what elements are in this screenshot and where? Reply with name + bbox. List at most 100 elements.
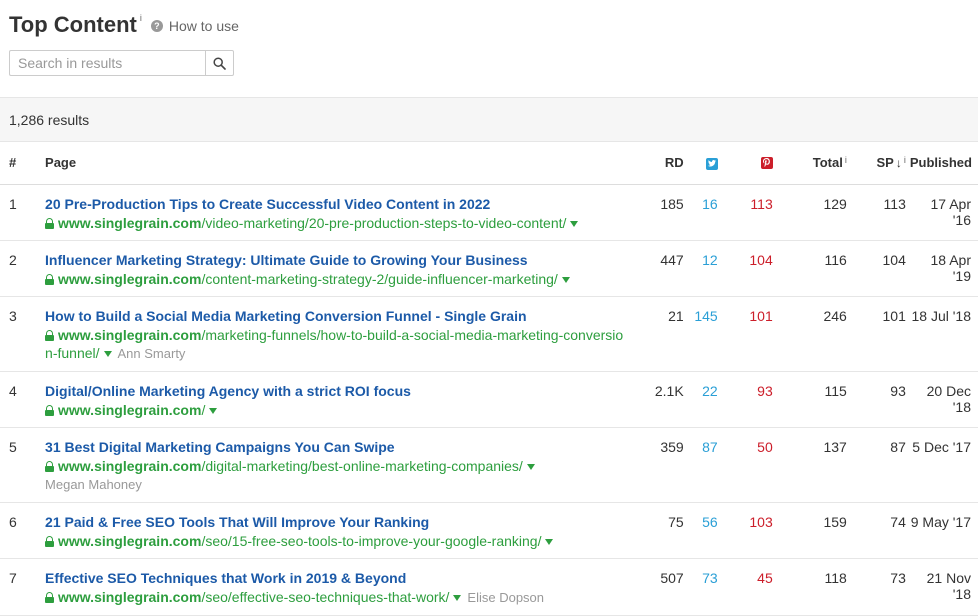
page-title-link[interactable]: Effective SEO Techniques that Work in 20… [45, 570, 629, 587]
twitter-icon [705, 157, 718, 170]
sp-info-icon[interactable]: i [904, 155, 906, 165]
column-header-total[interactable]: Total i [784, 142, 849, 185]
url-domain[interactable]: www.singlegrain.com [58, 215, 201, 231]
search-box [9, 50, 969, 76]
page-url: www.singlegrain.com/ [45, 401, 629, 419]
rd-value[interactable]: 507 [628, 558, 684, 616]
total-value: 159 [784, 502, 849, 559]
url-domain[interactable]: www.singlegrain.com [58, 589, 201, 605]
how-to-use-link[interactable]: ? How to use [150, 18, 239, 34]
url-path[interactable]: /seo/15-free-seo-tools-to-improve-your-g… [201, 533, 541, 549]
results-count: 1,286 results [9, 111, 90, 128]
row-number: 1 [0, 184, 37, 241]
url-path[interactable]: /video-marketing/20-pre-production-steps… [201, 215, 566, 231]
url-domain[interactable]: www.singlegrain.com [58, 402, 201, 418]
page-title-link[interactable]: 31 Best Digital Marketing Campaigns You … [45, 439, 629, 456]
page-cell: How to Build a Social Media Marketing Co… [36, 296, 629, 372]
column-header-rd[interactable]: RD [628, 142, 684, 185]
url-path[interactable]: /seo/effective-seo-techniques-that-work/ [201, 589, 449, 605]
url-domain[interactable]: www.singlegrain.com [58, 327, 201, 343]
lock-icon [45, 217, 55, 229]
total-value: 137 [784, 427, 849, 503]
column-header-twitter[interactable] [683, 142, 742, 185]
top-content-table: # Page RD Total i SP ↓ i Published 1 20 Pre-… [0, 142, 978, 616]
rd-value[interactable]: 359 [628, 427, 684, 503]
pinterest-value: 104 [741, 240, 785, 297]
page-cell: 21 Paid & Free SEO Tools That Will Impro… [36, 502, 629, 559]
url-path[interactable]: / [201, 402, 205, 418]
url-dropdown-caret-icon[interactable] [545, 538, 554, 545]
sp-value: 74 [848, 502, 910, 559]
page-title-link[interactable]: 20 Pre-Production Tips to Create Success… [45, 196, 629, 213]
sp-value: 73 [848, 558, 910, 616]
published-date: 5 Dec '17 [909, 427, 978, 503]
rd-value[interactable]: 21 [628, 296, 684, 372]
sort-down-arrow-icon: ↓ [895, 156, 902, 171]
page-title: Top Content [9, 12, 137, 37]
column-header-page: Page [36, 142, 629, 185]
total-value: 116 [784, 240, 849, 297]
published-date: 18 Jul '18 [909, 296, 978, 372]
url-dropdown-caret-icon[interactable] [561, 276, 570, 283]
page-title-link[interactable]: Digital/Online Marketing Agency with a s… [45, 383, 629, 400]
column-header-sp[interactable]: SP ↓ i [848, 142, 910, 185]
page-title-link[interactable]: Influencer Marketing Strategy: Ultimate … [45, 252, 629, 269]
sp-value: 104 [848, 240, 910, 297]
url-path[interactable]: /digital-marketing/best-online-marketing… [201, 458, 522, 474]
page-cell: Influencer Marketing Strategy: Ultimate … [36, 240, 629, 297]
author-name: Ann Smarty [117, 345, 186, 361]
url-dropdown-caret-icon[interactable] [526, 463, 535, 470]
pinterest-value: 93 [741, 371, 785, 428]
total-value: 115 [784, 371, 849, 428]
column-header-pinterest[interactable] [741, 142, 785, 185]
table-row: 7 Effective SEO Techniques that Work in 2… [0, 558, 978, 616]
page-url: www.singlegrain.com/digital-marketing/be… [45, 457, 629, 475]
rd-value[interactable]: 2.1K [628, 371, 684, 428]
how-to-use-label: How to use [168, 18, 239, 34]
sp-value: 93 [848, 371, 910, 428]
lock-icon [45, 535, 55, 547]
total-value: 246 [784, 296, 849, 372]
pinterest-value: 101 [741, 296, 785, 372]
page-title-link[interactable]: 21 Paid & Free SEO Tools That Will Impro… [45, 514, 629, 531]
row-number: 3 [0, 296, 37, 372]
title-info-icon[interactable]: i [140, 13, 142, 23]
rd-value[interactable]: 75 [628, 502, 684, 559]
row-number: 5 [0, 427, 37, 503]
author-name: Elise Dopson [467, 589, 545, 605]
twitter-value: 22 [683, 371, 742, 428]
rd-value[interactable]: 185 [628, 184, 684, 241]
search-button[interactable] [205, 50, 234, 76]
column-header-published[interactable]: Published [909, 142, 978, 185]
sp-value: 113 [848, 184, 910, 241]
twitter-value: 12 [683, 240, 742, 297]
url-domain[interactable]: www.singlegrain.com [58, 458, 201, 474]
url-dropdown-caret-icon[interactable] [209, 407, 218, 414]
total-info-icon[interactable]: i [845, 155, 847, 165]
url-domain[interactable]: www.singlegrain.com [58, 271, 201, 287]
lock-icon [45, 329, 55, 341]
pinterest-value: 50 [741, 427, 785, 503]
table-row: 6 21 Paid & Free SEO Tools That Will Impr… [0, 502, 978, 559]
column-header-num: # [0, 142, 37, 185]
url-domain[interactable]: www.singlegrain.com [58, 533, 201, 549]
table-row: 4 Digital/Online Marketing Agency with a … [0, 371, 978, 428]
url-dropdown-caret-icon[interactable] [453, 594, 462, 601]
author-name: Megan Mahoney [45, 476, 142, 492]
sp-value: 87 [848, 427, 910, 503]
search-input[interactable] [9, 50, 205, 76]
table-row: 1 20 Pre-Production Tips to Create Succes… [0, 184, 978, 241]
url-dropdown-caret-icon[interactable] [570, 220, 579, 227]
pinterest-value: 103 [741, 502, 785, 559]
published-date: 21 Nov '18 [909, 558, 978, 616]
page-title-link[interactable]: How to Build a Social Media Marketing Co… [45, 308, 629, 325]
page-cell: Digital/Online Marketing Agency with a s… [36, 371, 629, 428]
rd-value[interactable]: 447 [628, 240, 684, 297]
page-cell: 20 Pre-Production Tips to Create Success… [36, 184, 629, 241]
total-value: 118 [784, 558, 849, 616]
twitter-value: 73 [683, 558, 742, 616]
published-date: 17 Apr '16 [909, 184, 978, 241]
page-url: www.singlegrain.com/marketing-funnels/ho… [45, 326, 629, 363]
url-path[interactable]: /content-marketing-strategy-2/guide-infl… [201, 271, 557, 287]
url-dropdown-caret-icon[interactable] [103, 350, 112, 357]
